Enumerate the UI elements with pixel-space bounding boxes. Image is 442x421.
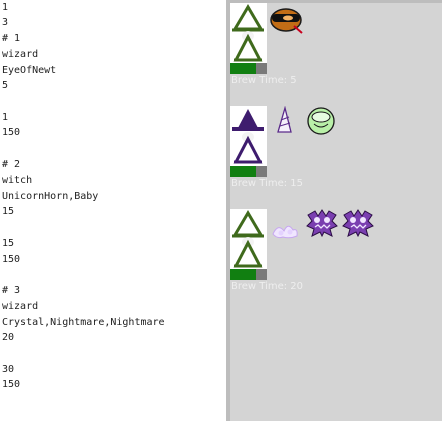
text-line: 20 bbox=[2, 332, 15, 343]
brew-slot-1: Brew Time: 5 bbox=[230, 3, 442, 93]
text-line: Crystal,Nightmare,Nightmare bbox=[2, 317, 165, 328]
brew-progress-bar bbox=[230, 269, 267, 280]
character-card[interactable] bbox=[230, 3, 267, 63]
text-line: # 2 bbox=[2, 159, 21, 170]
brew-progress-fill bbox=[230, 269, 256, 280]
brew-slot-2: Brew Time: 15 bbox=[230, 106, 442, 196]
game-pane: Brew Time: 5 Brew Time: 15 Brew Time: 20 bbox=[230, 0, 442, 421]
text-line: # 1 bbox=[2, 33, 21, 44]
wizard-icon bbox=[232, 4, 264, 62]
eye-of-newt-icon[interactable] bbox=[270, 5, 304, 35]
wizard-icon bbox=[232, 210, 264, 268]
text-line: 150 bbox=[2, 254, 21, 265]
brew-progress-fill bbox=[230, 166, 256, 177]
text-line: EyeOfNewt bbox=[2, 65, 57, 76]
text-line: 5 bbox=[2, 80, 9, 91]
nightmare-icon[interactable] bbox=[306, 209, 338, 237]
text-pane: 1 3 # 1 wizard EyeOfNewt 5 1 150 # 2 wit… bbox=[0, 0, 227, 421]
text-line: 15 bbox=[2, 238, 15, 249]
text-line: 30 bbox=[2, 364, 15, 375]
text-line: 150 bbox=[2, 127, 21, 138]
brew-time-label: Brew Time: 5 bbox=[231, 75, 297, 86]
text-line: 1 bbox=[2, 112, 9, 123]
brew-slot-3: Brew Time: 20 bbox=[230, 209, 442, 299]
text-line: wizard bbox=[2, 301, 39, 312]
brew-progress-bar bbox=[230, 63, 267, 74]
text-line: # 3 bbox=[2, 285, 21, 296]
crystal-icon[interactable] bbox=[270, 219, 300, 241]
text-line: 1 bbox=[2, 2, 9, 13]
text-line: UnicornHorn,Baby bbox=[2, 191, 99, 202]
character-card[interactable] bbox=[230, 106, 267, 166]
brew-time-label: Brew Time: 15 bbox=[231, 178, 304, 189]
brew-time-label: Brew Time: 20 bbox=[231, 281, 304, 292]
brew-progress-fill bbox=[230, 63, 256, 74]
character-card[interactable] bbox=[230, 209, 267, 269]
text-line: 150 bbox=[2, 379, 21, 390]
baby-icon[interactable] bbox=[306, 106, 336, 136]
nightmare-icon[interactable] bbox=[342, 209, 374, 237]
unicorn-horn-icon[interactable] bbox=[274, 106, 294, 136]
brew-progress-bar bbox=[230, 166, 267, 177]
text-line: 15 bbox=[2, 206, 15, 217]
text-line: witch bbox=[2, 175, 33, 186]
text-line: wizard bbox=[2, 49, 39, 60]
text-line: 3 bbox=[2, 17, 9, 28]
witch-icon bbox=[232, 109, 264, 164]
